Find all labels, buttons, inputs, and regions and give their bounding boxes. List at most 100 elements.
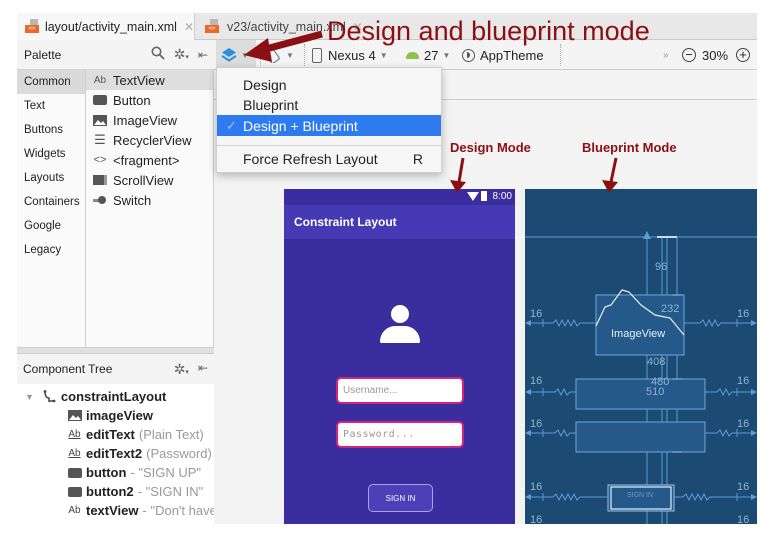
tree-node-edittext[interactable]: Ab editText (Plain Text) (67, 425, 203, 444)
palette-category-text[interactable]: Text (17, 94, 85, 118)
zoom-in-button[interactable]: + (736, 40, 750, 70)
palette-category-common[interactable]: Common (17, 70, 85, 94)
expand-triangle-icon[interactable]: ▼ (25, 392, 34, 402)
imageview-icon (92, 114, 108, 126)
blueprint-spring (529, 428, 576, 438)
collapse-panel-icon[interactable]: ⇤ (198, 48, 208, 62)
app-title: Constraint Layout (294, 215, 397, 229)
palette-items: Ab TextView Button ImageView ☰ RecyclerV… (86, 70, 214, 347)
blueprint-dimension: 510 (646, 386, 665, 398)
margin-label: 16 (737, 481, 750, 493)
edittext-icon: Ab (68, 429, 81, 440)
gear-icon[interactable]: ✲▾ (174, 361, 189, 378)
palette-item-imageview[interactable]: ImageView (86, 110, 213, 130)
palette-category-buttons[interactable]: Buttons (17, 118, 85, 142)
blueprint-spring (529, 492, 608, 502)
palette-item-textview[interactable]: Ab TextView (86, 70, 213, 90)
palette-item-fragment[interactable]: <> <fragment> (86, 150, 213, 170)
blueprint-spring (674, 492, 753, 502)
menu-item-label: Blueprint (243, 96, 299, 113)
collapse-panel-icon[interactable]: ⇤ (198, 361, 208, 378)
blueprint-dimension: 96 (655, 261, 668, 273)
menu-item-blueprint[interactable]: Blueprint (217, 94, 441, 115)
palette-item-label: <fragment> (113, 152, 180, 168)
palette-item-label: Button (113, 92, 151, 108)
menu-item-force-refresh[interactable]: Force Refresh Layout R (217, 148, 441, 169)
tree-node-label: constraintLayout (60, 389, 167, 404)
status-time: 8:00 (492, 191, 512, 202)
margin-label: 16 (737, 514, 750, 524)
zoom-out-button[interactable]: − (682, 40, 696, 70)
tree-node-label: textView (86, 503, 139, 518)
xml-file-icon: <> (25, 19, 39, 34)
check-icon: ✓ (226, 117, 237, 133)
tree-node-textview[interactable]: Ab textView - "Don't have an account?" (67, 501, 214, 520)
palette-category-widgets[interactable]: Widgets (17, 142, 85, 166)
palette-item-label: ImageView (113, 112, 178, 128)
panel-splitter[interactable] (17, 347, 214, 354)
blueprint-spring (705, 428, 753, 438)
menu-item-design-blueprint[interactable]: ✓ Design + Blueprint (217, 115, 441, 136)
palette-category-google[interactable]: Google (17, 214, 85, 238)
sign-in-label: SIGN IN (385, 493, 416, 503)
palette-item-button[interactable]: Button (86, 90, 213, 110)
gear-icon[interactable]: ✲▾ (174, 46, 189, 63)
palette-item-recyclerview[interactable]: ☰ RecyclerView (86, 130, 213, 150)
menu-item-design[interactable]: Design (217, 74, 441, 95)
palette-category-layouts[interactable]: Layouts (17, 166, 85, 190)
username-field[interactable]: Username... (336, 377, 464, 404)
menu-item-label: Force Refresh Layout (243, 150, 378, 167)
blueprint-arrowhead (751, 494, 757, 500)
design-preview[interactable]: 8:00 Constraint Layout Username... Passw… (284, 189, 515, 524)
annotation-title: Design and blueprint mode (327, 16, 650, 46)
tree-node-detail: - "SIGN UP" (130, 465, 202, 480)
theme-icon (462, 48, 475, 62)
tree-node-imageview[interactable]: imageView (67, 406, 153, 425)
blueprint-edittext2 (575, 421, 706, 453)
blueprint-arrowhead (525, 494, 531, 500)
tree-node-button[interactable]: button - "SIGN UP" (67, 463, 201, 482)
chevron-down-icon: ▼ (379, 50, 388, 60)
tree-node-edittext2[interactable]: Ab editText2 (Password) (67, 444, 211, 463)
tab-label: layout/activity_main.xml (44, 19, 177, 34)
margin-label: 16 (530, 375, 543, 387)
blueprint-spring (529, 387, 576, 397)
blueprint-arrowhead (643, 231, 651, 239)
overflow-icon[interactable]: » (663, 40, 669, 70)
component-tree-title: Component Tree (23, 362, 113, 376)
menu-shortcut: R (412, 150, 423, 167)
menu-separator (217, 145, 441, 146)
blueprint-arrowhead (751, 320, 757, 326)
close-icon[interactable]: ✕ (184, 20, 194, 34)
chevron-down-icon: ▼ (442, 50, 451, 60)
password-field[interactable]: Password... (336, 421, 464, 448)
sign-in-button[interactable]: SIGN IN (368, 484, 433, 512)
component-tree-header: Component Tree ✲▾ ⇤ (17, 354, 214, 384)
edittext-icon: Ab (68, 448, 81, 459)
tab-layout-activity-main[interactable]: <> layout/activity_main.xml ✕ (17, 13, 195, 40)
palette-item-scrollview[interactable]: ScrollView (86, 170, 213, 190)
search-icon[interactable] (151, 46, 165, 63)
imageview-icon (67, 410, 82, 421)
palette-categories: Common Text Buttons Widgets Layouts Cont… (17, 70, 86, 347)
blueprint-edittext (575, 378, 706, 410)
blueprint-preview[interactable]: 96 232 408 480 510 ImageView SIGN IN 16 … (525, 189, 757, 524)
tree-node-label: button2 (86, 484, 134, 499)
blueprint-dimension: 232 (661, 303, 680, 315)
wifi-icon (467, 192, 479, 201)
android-icon (406, 51, 419, 59)
tree-node-detail: - "SIGN IN" (137, 484, 204, 499)
design-surface-dropdown[interactable]: ▼ (216, 40, 256, 70)
constraint-layout-icon (42, 390, 57, 403)
palette-category-containers[interactable]: Containers (17, 190, 85, 214)
orientation-dropdown[interactable]: ▼ (264, 40, 294, 70)
palette-item-label: Switch (113, 192, 152, 208)
margin-label: 16 (737, 375, 750, 387)
tree-node-constraintlayout[interactable]: ▼ constraintLayout (25, 387, 166, 406)
palette-item-switch[interactable]: Switch (86, 190, 213, 210)
blueprint-dimension: 408 (647, 356, 666, 368)
switch-icon (92, 196, 108, 204)
zoom-level: 30% (702, 47, 729, 63)
tree-node-button2[interactable]: button2 - "SIGN IN" (67, 482, 203, 501)
palette-category-legacy[interactable]: Legacy (17, 238, 85, 262)
